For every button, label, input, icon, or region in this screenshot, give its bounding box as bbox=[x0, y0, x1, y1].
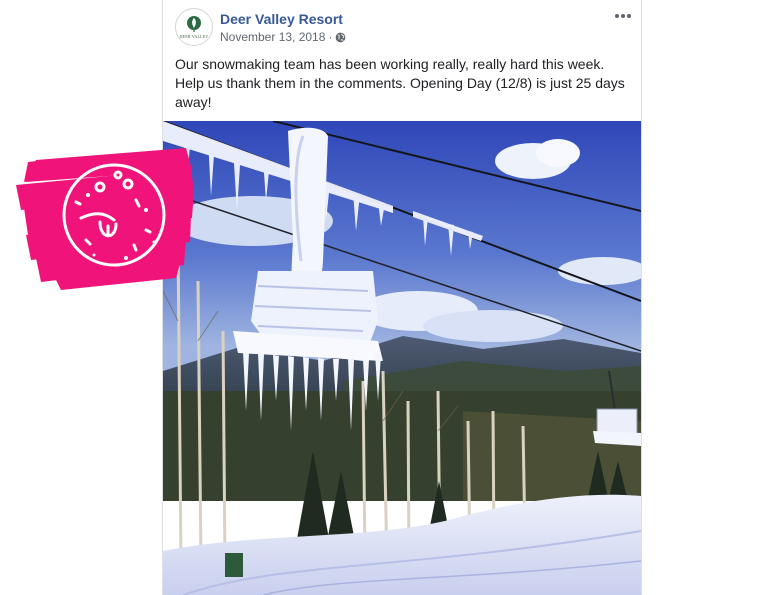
deer-valley-logo-icon bbox=[187, 16, 201, 32]
more-options-icon[interactable] bbox=[613, 8, 633, 24]
post-meta: November 13, 2018 · bbox=[220, 30, 346, 44]
post-header: DEER VALLEY Deer Valley Resort November … bbox=[163, 0, 641, 50]
frozen-chairlift-photo[interactable] bbox=[163, 121, 641, 595]
page-name-link[interactable]: Deer Valley Resort bbox=[220, 11, 343, 27]
globe-icon[interactable] bbox=[335, 32, 346, 43]
tongue-out-face-sticker bbox=[16, 148, 194, 290]
meta-separator: · bbox=[328, 30, 333, 44]
post-date[interactable]: November 13, 2018 bbox=[220, 30, 325, 44]
photo-illustration bbox=[163, 121, 641, 595]
post-text: Our snowmaking team has been working rea… bbox=[175, 56, 625, 110]
page-avatar[interactable]: DEER VALLEY bbox=[175, 8, 213, 46]
avatar-caption: DEER VALLEY bbox=[179, 34, 209, 39]
facebook-post-card: DEER VALLEY Deer Valley Resort November … bbox=[162, 0, 642, 595]
